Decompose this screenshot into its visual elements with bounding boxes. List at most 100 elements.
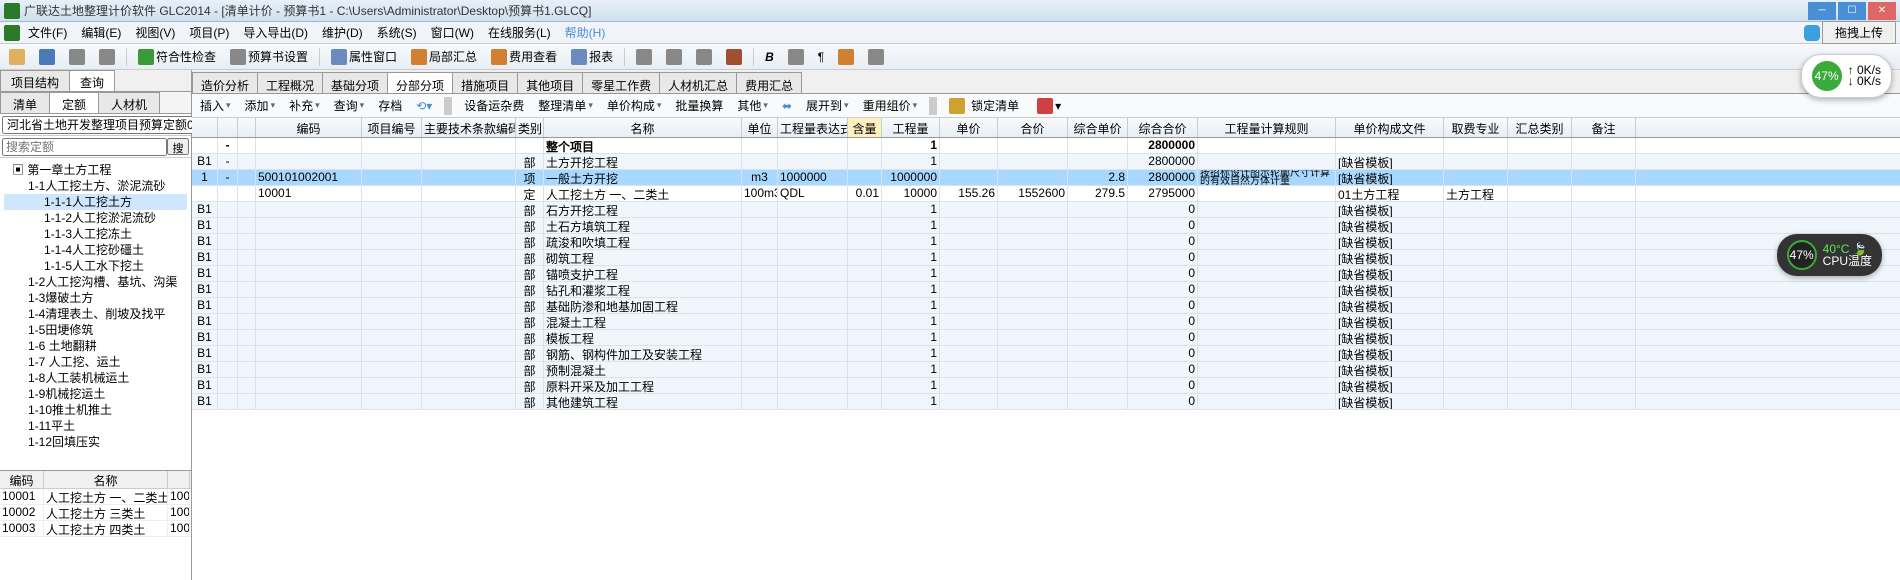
tb-i1[interactable] (631, 46, 657, 68)
tree-node[interactable]: 1-1人工挖土方、淤泥流砂 (4, 178, 187, 194)
rt-price[interactable]: 单价构成 (603, 95, 666, 116)
rtab-7[interactable]: 人材机汇总 (659, 72, 737, 93)
tab-query[interactable]: 查询 (69, 70, 115, 91)
rt-other[interactable]: 其他 (733, 95, 772, 116)
tree-node[interactable]: 1-1-3人工挖冻土 (4, 226, 187, 242)
tree-node[interactable]: 1-6 土地翻耕 (4, 338, 187, 354)
table-row[interactable]: -整个项目12800000 (192, 138, 1900, 154)
table-row[interactable]: B1-部土方开挖工程12800000[缺省模板] (192, 154, 1900, 170)
tb-i7[interactable]: ¶ (813, 47, 829, 67)
quota-dropdown[interactable]: 河北省土地开发整理项目预算定额02 ▾ (0, 114, 191, 136)
rt-equip[interactable]: 设备运杂费 (460, 95, 528, 116)
tree-node[interactable]: 1-4清理表土、削坡及找平 (4, 306, 187, 322)
rt-insert[interactable]: 插入 (196, 95, 235, 116)
col-head-18[interactable]: 取费专业 (1444, 118, 1508, 137)
tree[interactable]: ▣ 第一章土方工程 1-1人工挖土方、淤泥流砂 1-1-1人工挖土方 1-1-2… (0, 158, 191, 470)
rtab-3[interactable]: 分部分项 (387, 72, 453, 93)
table-row[interactable]: B1部模板工程10[缺省模板] (192, 330, 1900, 346)
rt-i2[interactable]: ⬌ (778, 97, 796, 115)
menu-maintain[interactable]: 维护(D) (316, 22, 369, 43)
tree-node[interactable]: 1-3爆破土方 (4, 290, 187, 306)
col-head-0[interactable] (192, 118, 218, 137)
table-row[interactable]: 10001定人工挖土方 一、二类土100m3QDL0.0110000155.26… (192, 186, 1900, 202)
tree-node[interactable]: 1-1-2人工挖淤泥流砂 (4, 210, 187, 226)
table-row[interactable]: B1部预制混凝土10[缺省模板] (192, 362, 1900, 378)
tree-node[interactable]: ▣ 第一章土方工程 (4, 162, 187, 178)
tb-summary[interactable]: 局部汇总 (406, 45, 482, 68)
table-row[interactable]: 1-500101002001项一般土方开挖m3100000010000002.8… (192, 170, 1900, 186)
cloud-icon[interactable] (1804, 25, 1820, 41)
tb-save[interactable] (34, 46, 60, 68)
tab-project-structure[interactable]: 项目结构 (0, 70, 70, 91)
rt-i1[interactable]: ⟲▾ (412, 97, 436, 115)
table-row[interactable]: B1部石方开挖工程10[缺省模板] (192, 202, 1900, 218)
tree-node[interactable]: 1-11平土 (4, 418, 187, 434)
rt-add[interactable]: 添加 (241, 95, 280, 116)
search-input[interactable] (2, 138, 167, 156)
rt-batch[interactable]: 批量换算 (671, 95, 727, 116)
tree-node[interactable]: 1-1-4人工挖砂礓土 (4, 242, 187, 258)
tb-i4[interactable] (721, 46, 747, 68)
menu-window[interactable]: 窗口(W) (425, 22, 480, 43)
table-row[interactable]: B1部锚喷支护工程10[缺省模板] (192, 266, 1900, 282)
bg-row[interactable]: 10001人工挖土方 一、二类土100 (0, 489, 191, 505)
tb-undo[interactable] (64, 46, 90, 68)
rt-expand[interactable]: 展开到 (802, 95, 853, 116)
rtab-1[interactable]: 工程概况 (257, 72, 323, 93)
rtab-4[interactable]: 措施项目 (452, 72, 518, 93)
main-grid[interactable]: 编码项目编号主要技术条款编码类别名称单位工程量表达式含量工程量单价合价综合单价综… (192, 118, 1900, 580)
table-row[interactable]: B1部钻孔和灌浆工程10[缺省模板] (192, 282, 1900, 298)
table-row[interactable]: B1部基础防渗和地基加固工程10[缺省模板] (192, 298, 1900, 314)
quota-select[interactable]: 河北省土地开发整理项目预算定额02 (2, 116, 218, 134)
subtab-list[interactable]: 清单 (0, 92, 50, 113)
col-head-13[interactable]: 合价 (998, 118, 1068, 137)
col-head-6[interactable]: 类别 (516, 118, 544, 137)
tree-node[interactable]: 1-10推土机推土 (4, 402, 187, 418)
maximize-button[interactable]: ☐ (1838, 2, 1866, 20)
tree-node[interactable]: 1-9机械挖运土 (4, 386, 187, 402)
tree-node[interactable]: 1-8人工装机械运土 (4, 370, 187, 386)
table-row[interactable]: B1部砌筑工程10[缺省模板] (192, 250, 1900, 266)
col-head-9[interactable]: 工程量表达式 (778, 118, 848, 137)
rtab-5[interactable]: 其他项目 (517, 72, 583, 93)
col-head-5[interactable]: 主要技术条款编码 (422, 118, 516, 137)
search-button[interactable]: 搜 (167, 138, 189, 155)
col-head-8[interactable]: 单位 (742, 118, 778, 137)
rt-supp[interactable]: 补充 (285, 95, 324, 116)
menu-import[interactable]: 导入导出(D) (237, 22, 314, 43)
tb-cost[interactable]: 费用查看 (486, 45, 562, 68)
tb-i6[interactable] (783, 46, 809, 68)
rt-query[interactable]: 查询 (330, 95, 369, 116)
menu-help[interactable]: 帮助(H) (559, 22, 612, 43)
menu-system[interactable]: 系统(S) (371, 22, 423, 43)
tree-node[interactable]: 1-1-1人工挖土方 (4, 194, 187, 210)
rt-reuse[interactable]: 重用组价 (859, 95, 922, 116)
rtab-2[interactable]: 基础分项 (322, 72, 388, 93)
tb-check[interactable]: 符合性检查 (133, 45, 221, 68)
menu-edit[interactable]: 编辑(E) (75, 22, 127, 43)
tb-i3[interactable] (691, 46, 717, 68)
tb-i2[interactable] (661, 46, 687, 68)
rt-save[interactable]: 存档 (374, 95, 406, 116)
table-row[interactable]: B1部钢筋、钢构件加工及安装工程10[缺省模板] (192, 346, 1900, 362)
menu-online[interactable]: 在线服务(L) (482, 22, 557, 43)
tree-node[interactable]: 1-7 人工挖、运土 (4, 354, 187, 370)
bg-row[interactable]: 10002人工挖土方 三类土100 (0, 505, 191, 521)
tree-node[interactable]: 1-1-5人工水下挖土 (4, 258, 187, 274)
tree-node[interactable]: 1-5田埂修筑 (4, 322, 187, 338)
tb-i8[interactable] (833, 46, 859, 68)
tb-report[interactable]: 报表 (566, 45, 618, 68)
subtab-material[interactable]: 人材机 (98, 92, 160, 113)
tb-redo[interactable] (94, 46, 120, 68)
tb-i9[interactable] (863, 46, 889, 68)
col-head-17[interactable]: 单价构成文件 (1336, 118, 1444, 137)
rtab-6[interactable]: 零星工作费 (582, 72, 660, 93)
tb-open[interactable] (4, 46, 30, 68)
table-row[interactable]: B1部混凝土工程10[缺省模板] (192, 314, 1900, 330)
subtab-quota[interactable]: 定额 (49, 92, 99, 113)
col-head-7[interactable]: 名称 (544, 118, 742, 137)
table-row[interactable]: B1部土石方填筑工程10[缺省模板] (192, 218, 1900, 234)
col-head-16[interactable]: 工程量计算规则 (1198, 118, 1336, 137)
tree-node[interactable]: 1-12回填压实 (4, 434, 187, 450)
rtab-0[interactable]: 造价分析 (192, 72, 258, 93)
